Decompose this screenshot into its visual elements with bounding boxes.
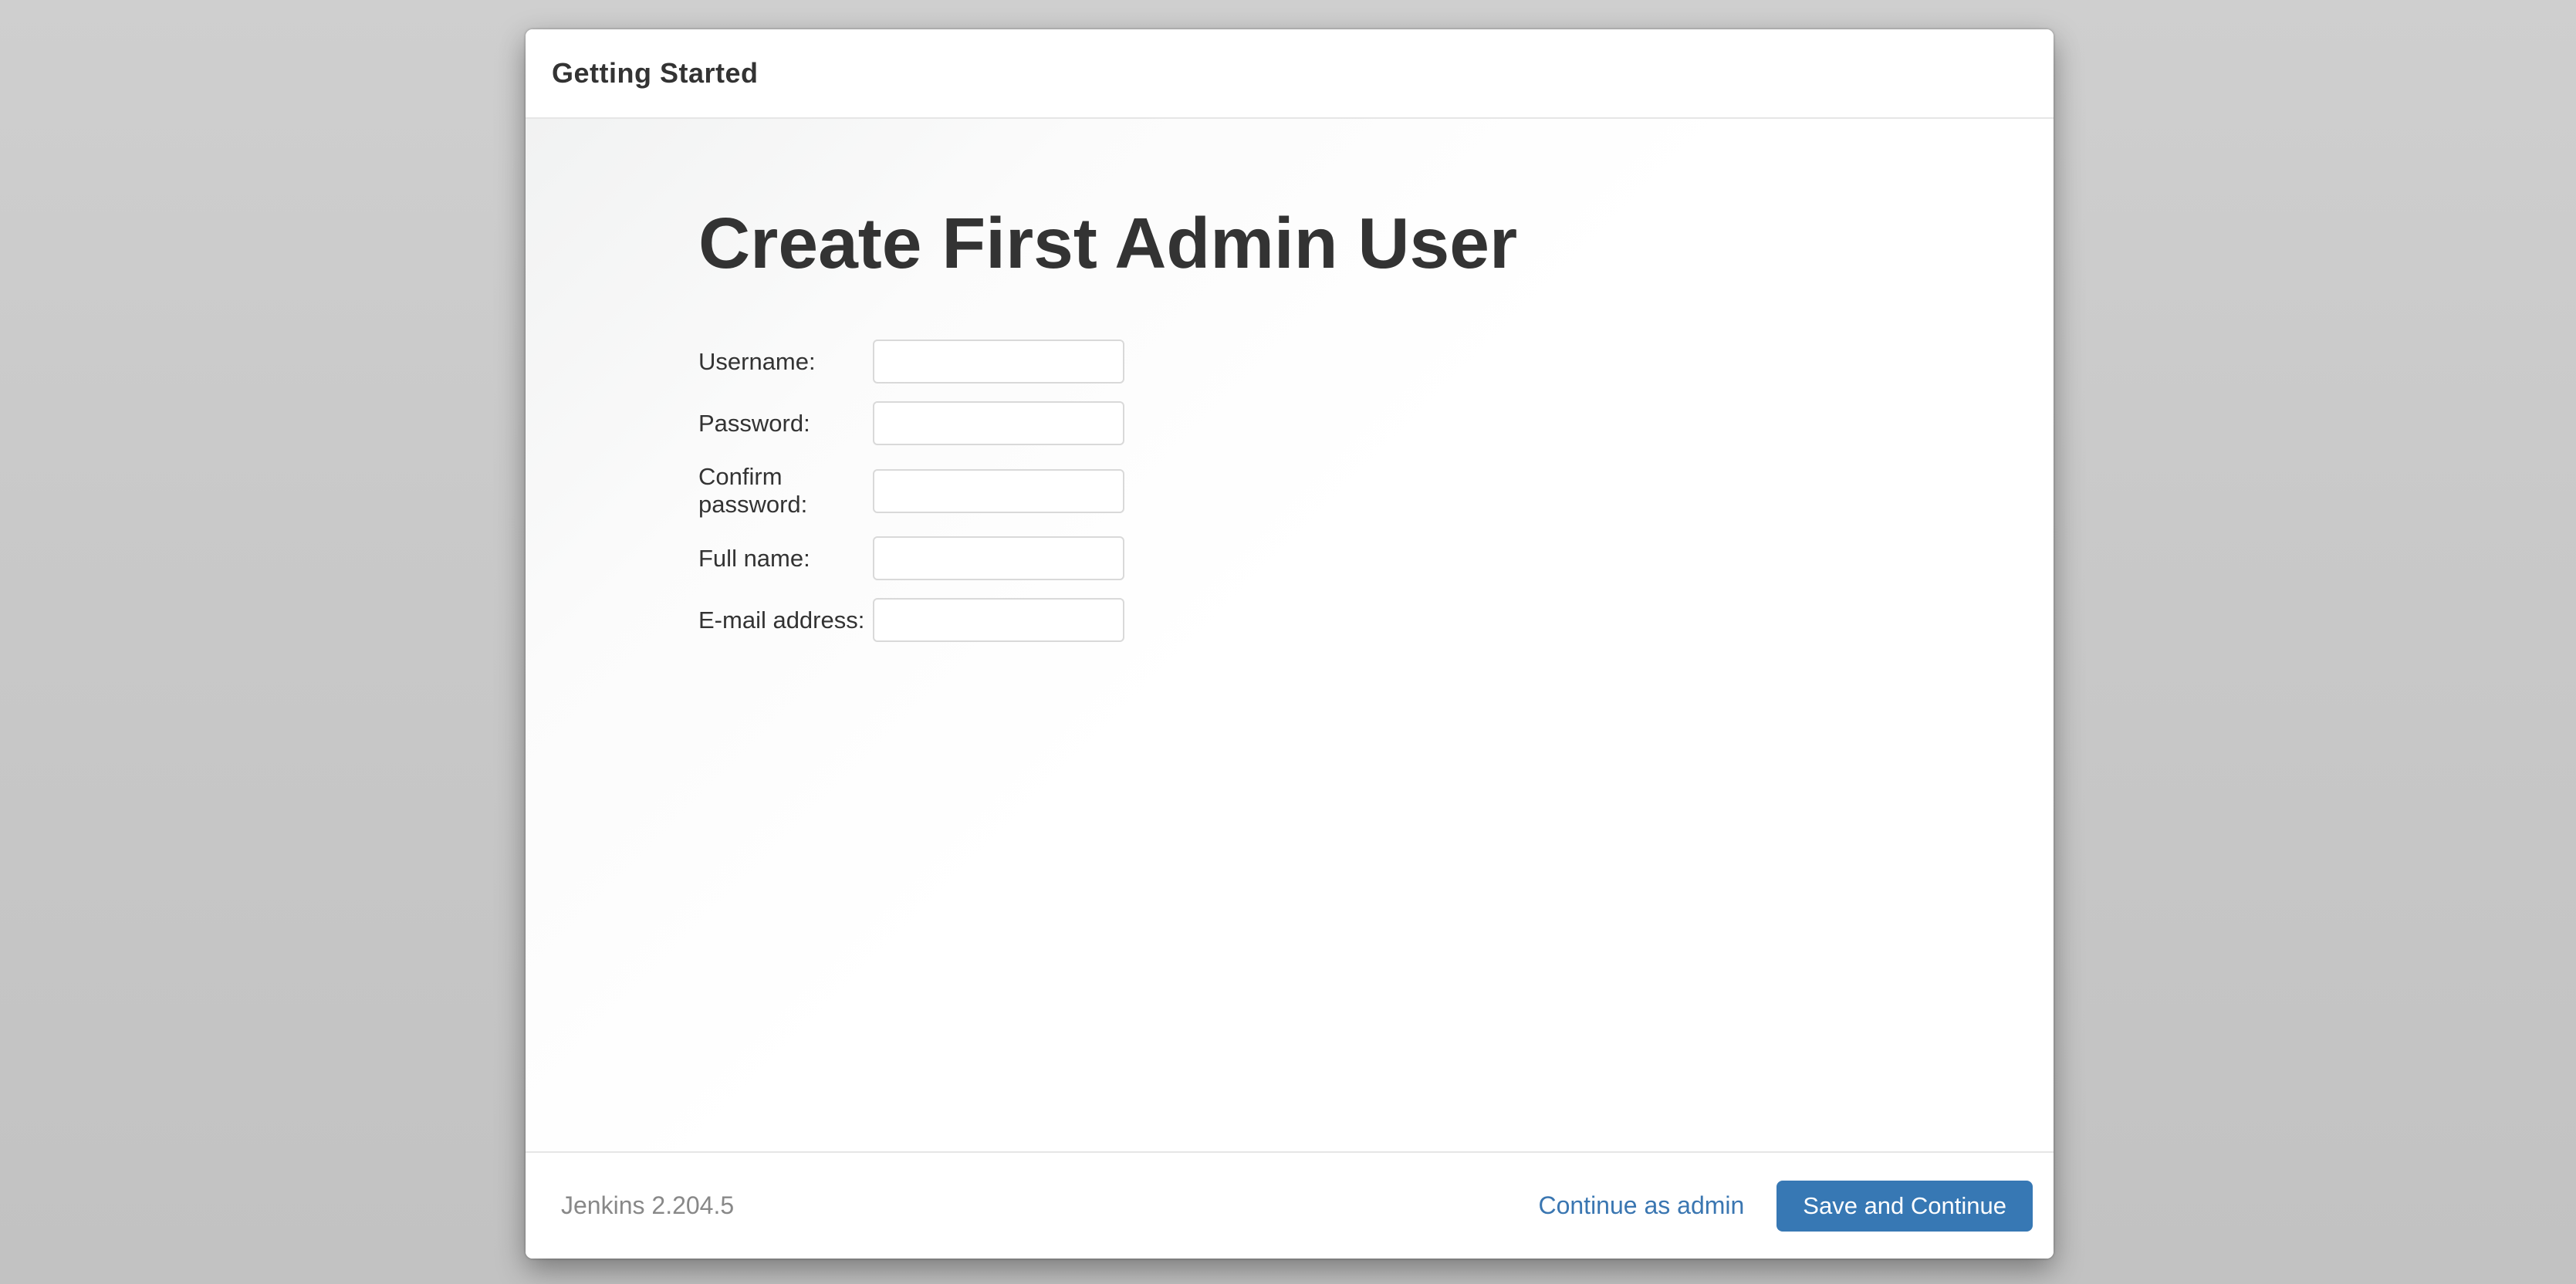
form-row-confirm-password: Confirm password: xyxy=(698,463,2054,519)
form-row-password: Password: xyxy=(698,401,2054,445)
page-title: Create First Admin User xyxy=(698,208,2054,279)
password-label: Password: xyxy=(698,410,873,438)
password-input[interactable] xyxy=(873,401,1124,445)
confirm-password-label: Confirm password: xyxy=(698,463,873,519)
admin-user-form: Username: Password: Confirm password: Fu… xyxy=(698,340,2054,642)
username-input[interactable] xyxy=(873,340,1124,384)
setup-wizard-dialog: Getting Started Create First Admin User … xyxy=(526,29,2054,1259)
dialog-title: Getting Started xyxy=(552,57,759,90)
form-row-username: Username: xyxy=(698,340,2054,384)
full-name-input[interactable] xyxy=(873,536,1124,580)
jenkins-version-label: Jenkins 2.204.5 xyxy=(561,1191,734,1220)
dialog-body: Create First Admin User Username: Passwo… xyxy=(526,119,2054,1151)
continue-as-admin-link[interactable]: Continue as admin xyxy=(1538,1191,1744,1220)
save-and-continue-button[interactable]: Save and Continue xyxy=(1776,1181,2033,1232)
form-row-email: E-mail address: xyxy=(698,598,2054,642)
email-label: E-mail address: xyxy=(698,607,873,634)
form-row-full-name: Full name: xyxy=(698,536,2054,580)
dialog-header: Getting Started xyxy=(526,29,2054,119)
full-name-label: Full name: xyxy=(698,545,873,573)
email-input[interactable] xyxy=(873,598,1124,642)
username-label: Username: xyxy=(698,348,873,376)
confirm-password-input[interactable] xyxy=(873,469,1124,513)
dialog-footer: Jenkins 2.204.5 Continue as admin Save a… xyxy=(526,1151,2054,1259)
